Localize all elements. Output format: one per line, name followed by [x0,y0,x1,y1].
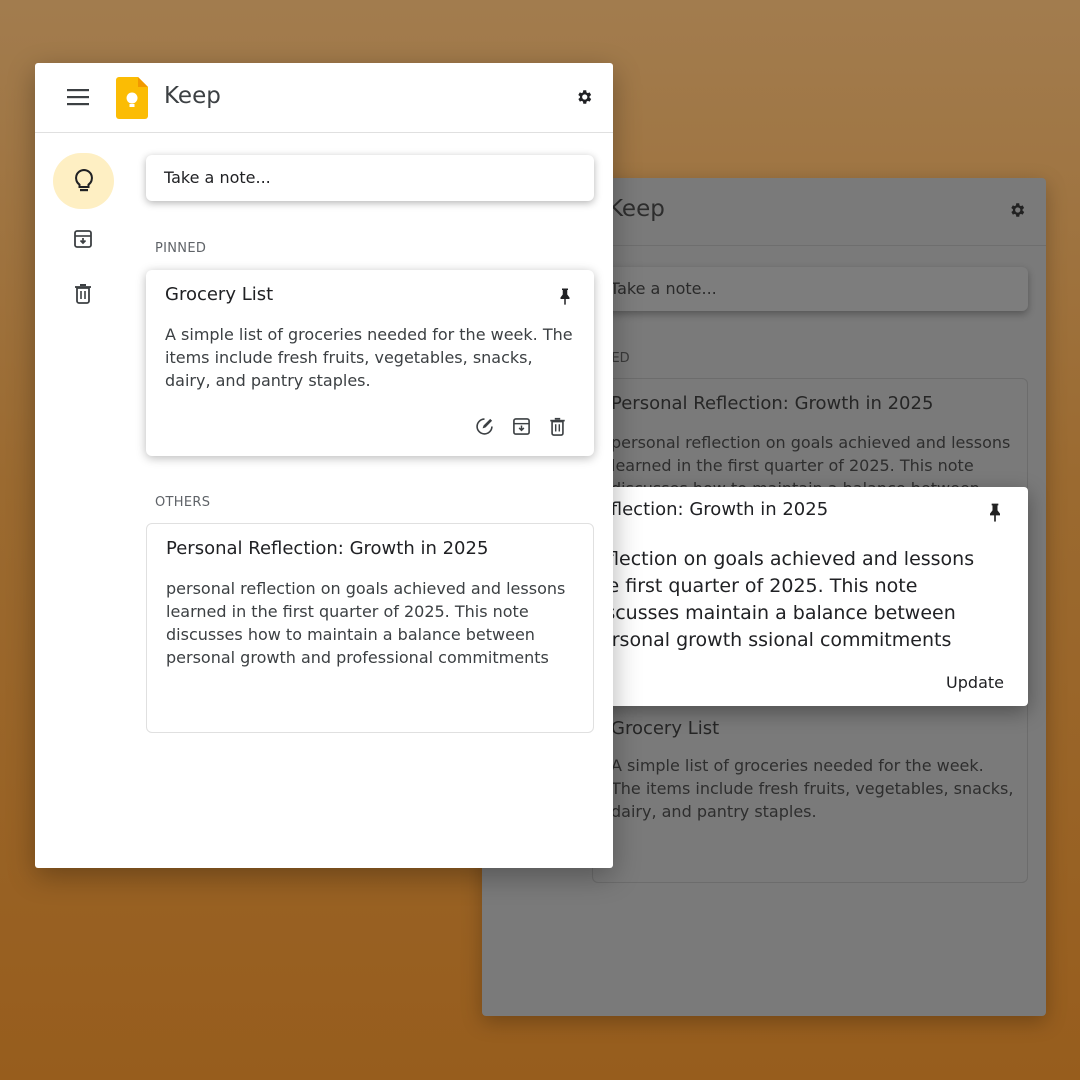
sidebar-item-archive[interactable] [65,221,101,257]
note-actions [475,417,568,436]
edit-note-body[interactable]: reflection on goals achieved and lessons… [588,546,998,654]
trash-icon [74,283,92,304]
menu-icon[interactable] [67,87,89,107]
back-pinned-note-title: Personal Reflection: Growth in 2025 [611,393,934,414]
edit-note-title[interactable]: Reflection: Growth in 2025 [588,499,828,520]
note-title: Grocery List [165,284,274,305]
lightbulb-icon [73,168,95,194]
back-gear-icon [1008,201,1026,219]
note-body: personal reflection on goals achieved an… [166,579,566,667]
settings-gear-icon[interactable] [575,88,593,106]
edit-icon[interactable] [475,417,494,436]
sidebar-item-trash[interactable] [65,275,101,311]
edit-note-popup: Reflection: Growth in 2025 reflection on… [588,487,1028,706]
archive-icon [73,229,93,249]
take-note-placeholder: Take a note... [164,168,271,187]
note-body: A simple list of groceries needed for th… [165,325,573,390]
keep-window: Keep Take a note... PINNED Grocery List … [35,63,613,868]
app-header: Keep [35,63,613,133]
take-note-input[interactable]: Take a note... [146,155,594,201]
keep-logo-icon [116,77,148,119]
pinned-note-card[interactable]: Grocery List A simple list of groceries … [146,270,594,456]
sidebar-item-notes[interactable] [53,153,114,209]
back-app-title: Keep [608,196,665,222]
pin-icon[interactable] [556,286,574,306]
archive-icon[interactable] [512,417,531,436]
update-button[interactable]: Update [946,673,1004,692]
back-other-note-body: A simple list of groceries needed for th… [611,756,1014,821]
pinned-section-label: PINNED [155,241,207,256]
others-section-label: OTHERS [155,495,211,510]
trash-icon[interactable] [549,417,568,436]
back-take-note: Take a note... [592,267,1028,311]
app-title: Keep [164,83,221,109]
edit-pin-icon[interactable] [985,501,1005,523]
back-other-note-title: Grocery List [611,718,720,739]
other-note-card[interactable]: Personal Reflection: Growth in 2025 pers… [146,523,594,733]
back-take-note-text: Take a note... [610,279,717,298]
note-title: Personal Reflection: Growth in 2025 [166,538,489,559]
